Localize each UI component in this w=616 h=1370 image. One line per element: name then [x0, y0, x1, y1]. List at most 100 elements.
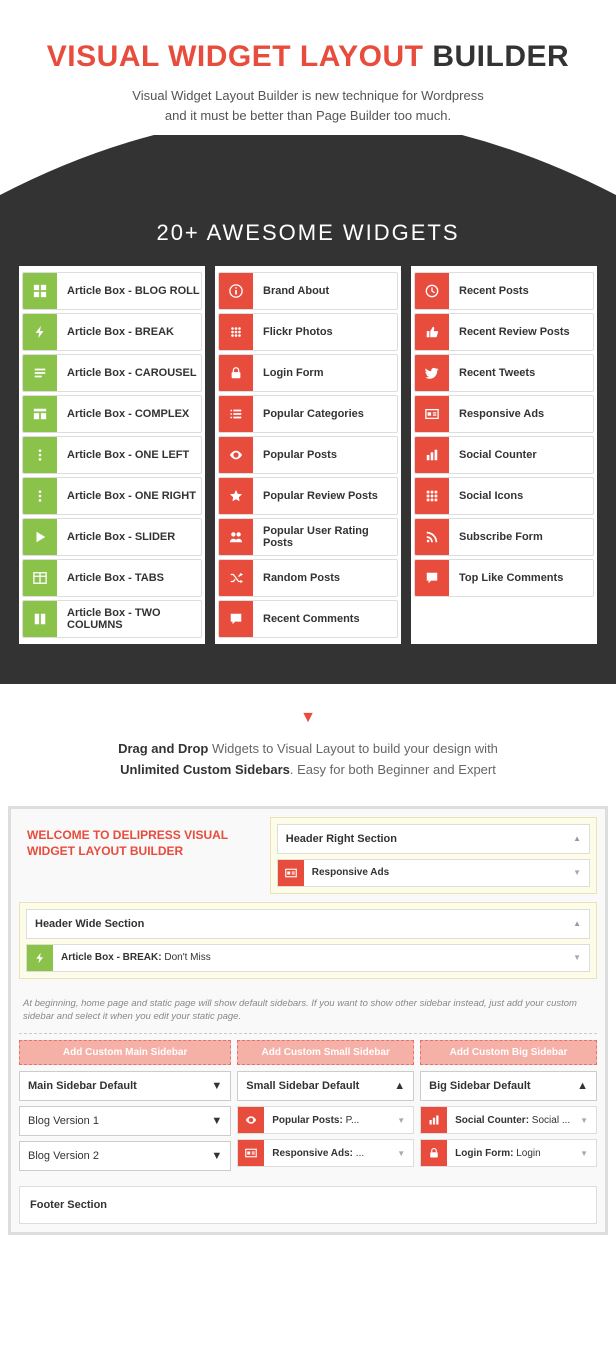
widget-item[interactable]: Article Box - TABS — [22, 559, 202, 597]
widget-item[interactable]: Recent Review Posts — [414, 313, 594, 351]
widget-label: Recent Posts — [449, 285, 529, 297]
widget-label: Article Box - CAROUSEL — [57, 367, 197, 379]
widget-label: Article Box - BREAK — [57, 326, 174, 338]
header-right-item[interactable]: Responsive Ads ▼ — [277, 859, 590, 887]
widget-item[interactable]: Article Box - BLOG ROLL — [22, 272, 202, 310]
comment-icon — [415, 560, 449, 596]
collapse-icon: ▲ — [573, 834, 581, 843]
eye-icon — [219, 437, 253, 473]
info-icon — [219, 273, 253, 309]
widget-item[interactable]: Recent Posts — [414, 272, 594, 310]
lock-icon — [421, 1140, 447, 1166]
twitter-icon — [415, 355, 449, 391]
eye-icon — [238, 1107, 264, 1133]
header-wide-head[interactable]: Header Wide Section▲ — [26, 909, 590, 939]
footer-section[interactable]: Footer Section — [19, 1186, 597, 1224]
widget-label: Article Box - TWO COLUMNS — [57, 607, 201, 631]
widget-item[interactable]: Subscribe Form — [414, 518, 594, 556]
widget-label: Article Box - ONE LEFT — [57, 449, 189, 461]
widget-item[interactable]: Article Box - SLIDER — [22, 518, 202, 556]
widget-item[interactable]: Article Box - COMPLEX — [22, 395, 202, 433]
ad-icon — [415, 396, 449, 432]
align-icon — [23, 355, 57, 391]
big-sidebar-default[interactable]: Big Sidebar Default▲ — [420, 1071, 597, 1101]
title-dark: BUILDER — [432, 40, 569, 73]
widget-item[interactable]: Random Posts — [218, 559, 398, 597]
add-big-sidebar-button[interactable]: Add Custom Big Sidebar — [420, 1040, 597, 1065]
widget-label: Popular User Rating Posts — [253, 525, 397, 549]
page-title: VISUAL WIDGET LAYOUT BUILDER — [20, 40, 596, 74]
big-sidebar-col: Add Custom Big Sidebar Big Sidebar Defau… — [420, 1040, 597, 1176]
widgets-section: 20+ AWESOME WIDGETS Article Box - BLOG R… — [0, 195, 616, 684]
widget-item[interactable]: Popular User Rating Posts — [218, 518, 398, 556]
widget-item[interactable]: Brand About — [218, 272, 398, 310]
small-item-ads[interactable]: Responsive Ads: ... ▼ — [237, 1139, 414, 1167]
add-main-sidebar-button[interactable]: Add Custom Main Sidebar — [19, 1040, 231, 1065]
rss-icon — [415, 519, 449, 555]
main-sidebar-default[interactable]: Main Sidebar Default▼ — [19, 1071, 231, 1101]
ad-icon — [278, 860, 304, 886]
cols-icon — [23, 601, 57, 637]
blog-version-2[interactable]: Blog Version 2▼ — [19, 1141, 231, 1171]
widget-label: Recent Tweets — [449, 367, 535, 379]
widget-item[interactable]: Article Box - CAROUSEL — [22, 354, 202, 392]
widget-label: Article Box - SLIDER — [57, 531, 175, 543]
widget-item[interactable]: Article Box - ONE RIGHT — [22, 477, 202, 515]
widget-item[interactable]: Popular Posts — [218, 436, 398, 474]
star-icon — [219, 478, 253, 514]
widget-label: Article Box - BLOG ROLL — [57, 285, 200, 297]
widget-item[interactable]: Article Box - BREAK — [22, 313, 202, 351]
header-right-head[interactable]: Header Right Section▲ — [277, 824, 590, 854]
widget-column-1: Article Box - BLOG ROLL Article Box - BRE… — [19, 266, 205, 644]
widget-item[interactable]: Login Form — [218, 354, 398, 392]
grid-icon — [23, 273, 57, 309]
clock-icon — [415, 273, 449, 309]
lock-icon — [219, 355, 253, 391]
dots-icon — [23, 478, 57, 514]
widget-label: Random Posts — [253, 572, 340, 584]
widget-column-2: Brand AboutFlickr PhotosLogin FormPopula… — [215, 266, 401, 644]
widget-item[interactable]: Popular Review Posts — [218, 477, 398, 515]
widget-item[interactable]: Social Icons — [414, 477, 594, 515]
blog-version-1[interactable]: Blog Version 1▼ — [19, 1106, 231, 1136]
list-icon — [219, 396, 253, 432]
widget-item[interactable]: Top Like Comments — [414, 559, 594, 597]
shuffle-icon — [219, 560, 253, 596]
hero-section: VISUAL WIDGET LAYOUT BUILDER Visual Widg… — [0, 0, 616, 135]
comment-icon — [219, 601, 253, 637]
widget-label: Responsive Ads — [449, 408, 544, 420]
dots-grid-icon — [219, 314, 253, 350]
widget-item[interactable]: Recent Comments — [218, 600, 398, 638]
widget-label: Article Box - COMPLEX — [57, 408, 189, 420]
widget-item[interactable]: Article Box - TWO COLUMNS — [22, 600, 202, 638]
widget-label: Flickr Photos — [253, 326, 333, 338]
expand-icon: ▼ — [573, 868, 589, 877]
widget-item[interactable]: Flickr Photos — [218, 313, 398, 351]
curve-divider — [0, 135, 616, 195]
widget-label: Popular Review Posts — [253, 490, 378, 502]
thumb-icon — [415, 314, 449, 350]
widget-item[interactable]: Recent Tweets — [414, 354, 594, 392]
bolt-icon — [23, 314, 57, 350]
header-wide-item[interactable]: Article Box - BREAK: Don't Miss ▼ — [26, 944, 590, 972]
expand-icon: ▼ — [573, 953, 589, 962]
ad-icon — [238, 1140, 264, 1166]
widget-label: Social Icons — [449, 490, 523, 502]
bars-icon — [415, 437, 449, 473]
small-item-popular[interactable]: Popular Posts: P... ▼ — [237, 1106, 414, 1134]
widget-item[interactable]: Responsive Ads — [414, 395, 594, 433]
widget-columns: Article Box - BLOG ROLL Article Box - BRE… — [15, 266, 601, 644]
grid3-icon — [415, 478, 449, 514]
widget-label: Subscribe Form — [449, 531, 543, 543]
add-small-sidebar-button[interactable]: Add Custom Small Sidebar — [237, 1040, 414, 1065]
hero-subtitle: Visual Widget Layout Builder is new tech… — [20, 86, 596, 125]
widget-label: Top Like Comments — [449, 572, 563, 584]
widget-item[interactable]: Social Counter — [414, 436, 594, 474]
sidebars-row: Add Custom Main Sidebar Main Sidebar Def… — [19, 1034, 597, 1182]
big-item-social[interactable]: Social Counter: Social ... ▼ — [420, 1106, 597, 1134]
small-sidebar-default[interactable]: Small Sidebar Default▲ — [237, 1071, 414, 1101]
collapse-icon: ▲ — [573, 919, 581, 928]
big-item-login[interactable]: Login Form: Login ▼ — [420, 1139, 597, 1167]
widget-item[interactable]: Popular Categories — [218, 395, 398, 433]
widget-item[interactable]: Article Box - ONE LEFT — [22, 436, 202, 474]
